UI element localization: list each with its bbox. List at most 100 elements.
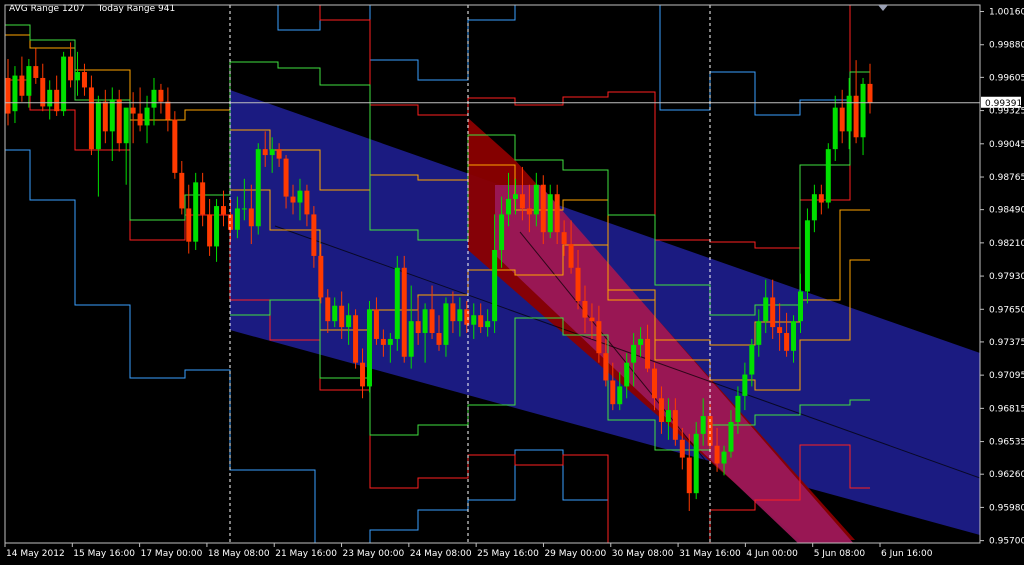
bull-candle xyxy=(193,182,199,242)
bull-candle xyxy=(791,321,797,351)
bear-candle xyxy=(589,317,595,322)
bear-candle xyxy=(867,83,873,103)
bull-candle xyxy=(700,416,706,434)
price-tick-label: 0.97375 xyxy=(989,338,1024,348)
bull-candle xyxy=(728,421,734,452)
bear-candle xyxy=(325,297,331,322)
bull-candle xyxy=(665,410,671,422)
bear-candle xyxy=(526,208,532,215)
bear-candle xyxy=(172,119,178,173)
bear-candle xyxy=(603,353,609,381)
price-tick-label: 0.98765 xyxy=(989,173,1024,183)
bear-candle xyxy=(262,149,268,156)
bear-candle xyxy=(116,99,122,144)
bull-candle xyxy=(624,362,630,387)
bull-candle xyxy=(214,206,220,247)
time-tick-label: 4 Jun 00:00 xyxy=(746,549,798,559)
bull-candle xyxy=(346,315,352,328)
bull-candle xyxy=(533,184,539,215)
price-tick-label: 0.96815 xyxy=(989,404,1024,414)
bull-candle xyxy=(95,101,101,150)
bull-candle xyxy=(492,249,498,322)
bull-candle xyxy=(255,149,261,227)
bear-candle xyxy=(596,321,602,354)
bear-candle xyxy=(360,362,366,387)
bull-candle xyxy=(394,267,400,339)
bull-candle xyxy=(617,386,623,405)
bull-candle xyxy=(804,220,810,292)
plot-area xyxy=(5,5,980,543)
price-tick-label: 0.95700 xyxy=(989,537,1024,547)
bull-candle xyxy=(151,89,157,108)
bear-candle xyxy=(40,77,46,107)
bull-candle xyxy=(512,194,518,199)
bear-candle xyxy=(5,77,11,114)
bull-candle xyxy=(693,433,699,494)
bear-candle xyxy=(54,89,60,112)
price-tick-label: 0.97930 xyxy=(989,272,1024,282)
time-tick-label: 24 May 08:00 xyxy=(410,549,472,559)
bear-candle xyxy=(610,380,616,405)
bear-candle xyxy=(436,333,442,345)
bull-candle xyxy=(109,99,115,132)
bear-candle xyxy=(102,101,108,132)
bull-candle xyxy=(721,451,727,464)
price-tick-label: 0.96260 xyxy=(989,470,1024,480)
avg-range-label: AVG Range 1207 xyxy=(9,4,85,14)
bear-candle xyxy=(658,398,664,422)
bull-candle xyxy=(749,344,755,375)
bear-candle xyxy=(380,338,386,345)
bear-candle xyxy=(248,208,254,227)
bull-candle xyxy=(631,344,637,363)
time-tick-label: 6 Jun 16:00 xyxy=(881,549,933,559)
time-tick-label: 5 Jun 08:00 xyxy=(814,549,866,559)
bear-candle xyxy=(686,457,692,494)
bull-candle xyxy=(443,303,449,345)
bear-candle xyxy=(575,267,581,301)
chart-canvas[interactable]: 1.001600.998800.996050.993250.990450.987… xyxy=(0,0,1024,561)
bear-candle xyxy=(158,89,164,102)
bull-candle xyxy=(269,149,275,156)
bear-candle xyxy=(478,315,484,328)
bear-candle xyxy=(415,321,421,334)
bear-candle xyxy=(714,445,720,464)
bull-candle xyxy=(811,194,817,221)
time-tick-label: 17 May 00:00 xyxy=(141,549,203,559)
bear-candle xyxy=(429,309,435,334)
bear-candle xyxy=(519,194,525,209)
bull-candle xyxy=(860,83,866,138)
price-tick-label: 0.99880 xyxy=(989,41,1024,51)
bull-candle xyxy=(756,321,762,345)
bear-candle xyxy=(19,75,25,96)
bull-candle xyxy=(499,214,505,250)
price-tick-label: 0.99045 xyxy=(989,140,1024,150)
price-tick-label: 0.97650 xyxy=(989,305,1024,315)
bear-candle xyxy=(464,309,470,325)
bear-candle xyxy=(318,255,324,298)
bull-candle xyxy=(457,309,463,322)
time-tick-label: 23 May 00:00 xyxy=(343,549,405,559)
time-tick-label: 25 May 16:00 xyxy=(477,549,539,559)
bull-candle xyxy=(47,89,53,107)
bear-candle xyxy=(339,305,345,328)
bull-candle xyxy=(387,338,393,345)
bear-candle xyxy=(81,72,87,88)
bull-candle xyxy=(832,107,838,150)
chart-shift-marker-icon[interactable] xyxy=(878,5,888,11)
bull-candle xyxy=(742,374,748,396)
bear-candle xyxy=(401,267,407,357)
bull-candle xyxy=(797,291,803,322)
bear-candle xyxy=(554,194,560,233)
bull-candle xyxy=(485,321,491,328)
time-tick-label: 30 May 08:00 xyxy=(612,549,674,559)
bear-candle xyxy=(137,113,143,126)
range-step-line xyxy=(230,5,851,116)
price-chart[interactable]: 1.00160 0.99880 0.99605 0.99325 0.99045 0.987… xyxy=(0,0,1024,561)
range-info: AVG Range 1207 Today Range 941 xyxy=(9,4,185,14)
bear-candle xyxy=(290,196,296,203)
bear-candle xyxy=(311,214,317,256)
bear-candle xyxy=(88,87,94,150)
price-tick-label: 1.00160 xyxy=(989,8,1024,18)
bear-candle xyxy=(777,327,783,334)
bear-candle xyxy=(130,107,136,114)
